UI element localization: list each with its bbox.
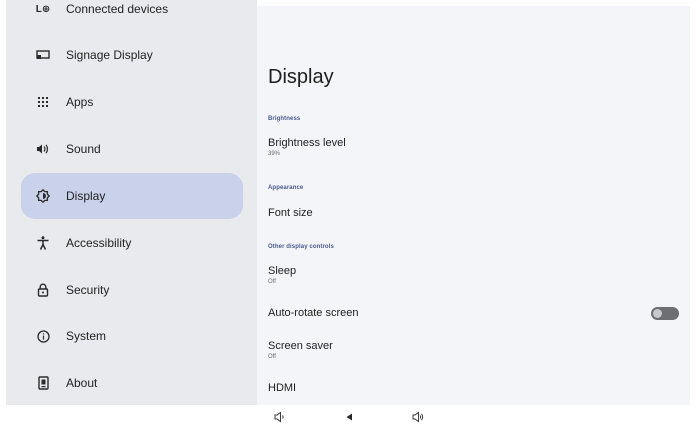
sidebar-item-about[interactable]: About xyxy=(21,360,243,405)
auto-rotate-screen-item[interactable]: Auto-rotate screen xyxy=(268,307,359,319)
section-header-other-display-controls: Other display controls xyxy=(268,244,334,250)
pref-title: Auto-rotate screen xyxy=(268,307,359,319)
signage-display-icon xyxy=(36,48,50,62)
sidebar-item-label: Accessibility xyxy=(66,236,132,250)
sidebar-item-label: Apps xyxy=(66,95,94,109)
section-header-brightness: Brightness xyxy=(268,116,301,122)
sidebar-item-label: Display xyxy=(66,189,106,203)
device-icon xyxy=(36,376,50,390)
lock-icon xyxy=(36,283,50,297)
sidebar-item-label: Security xyxy=(66,283,110,297)
settings-app: L⊕ Connected devices Signage Display App… xyxy=(0,0,696,405)
sidebar-item-label: About xyxy=(66,376,98,390)
sidebar-item-label: Sound xyxy=(66,142,101,156)
sidebar-item-label: Connected devices xyxy=(66,2,169,16)
hdmi-item[interactable]: HDMI xyxy=(268,382,296,394)
pref-title: Font size xyxy=(268,207,313,219)
sidebar: L⊕ Connected devices Signage Display App… xyxy=(6,0,257,405)
pref-summary: Off xyxy=(268,354,276,360)
pref-summary: Off xyxy=(268,279,276,285)
apps-grid-icon xyxy=(36,95,50,109)
sidebar-item-security[interactable]: Security xyxy=(21,267,243,313)
volume-down-icon[interactable] xyxy=(272,409,288,425)
navigation-bar xyxy=(0,405,696,429)
volume-up-icon[interactable] xyxy=(410,409,426,425)
brightness-level-item[interactable]: Brightness level 39% xyxy=(268,137,346,157)
sidebar-item-connected-devices[interactable]: L⊕ Connected devices xyxy=(21,0,243,32)
font-size-item[interactable]: Font size xyxy=(268,207,313,219)
sleep-item[interactable]: Sleep Off xyxy=(268,265,296,285)
brightness-icon xyxy=(36,189,50,203)
sidebar-item-label: System xyxy=(66,329,107,343)
sidebar-item-accessibility[interactable]: Accessibility xyxy=(21,220,243,266)
back-icon[interactable] xyxy=(341,409,357,425)
speaker-icon xyxy=(36,142,50,156)
page-title: Display xyxy=(268,66,334,88)
pref-summary: 39% xyxy=(268,151,281,157)
sidebar-item-sound[interactable]: Sound xyxy=(21,126,243,172)
sidebar-item-apps[interactable]: Apps xyxy=(21,79,243,125)
accessibility-icon xyxy=(36,236,50,250)
pref-title: Brightness level xyxy=(268,137,346,149)
section-header-appearance: Appearance xyxy=(268,185,304,191)
display-settings-panel: Display Brightness Brightness level 39% … xyxy=(257,6,690,405)
connected-devices-icon: L⊕ xyxy=(35,3,51,15)
toggle-knob xyxy=(653,309,662,318)
pref-title: Sleep xyxy=(268,265,297,277)
sidebar-item-label: Signage Display xyxy=(66,48,153,62)
screen-saver-item[interactable]: Screen saver Off xyxy=(268,340,333,360)
pref-title: HDMI xyxy=(268,382,297,394)
sidebar-item-system[interactable]: System xyxy=(21,313,243,359)
sidebar-item-signage-display[interactable]: Signage Display xyxy=(21,32,243,78)
auto-rotate-toggle[interactable] xyxy=(651,307,679,320)
info-icon xyxy=(36,329,50,343)
sidebar-item-display[interactable]: Display xyxy=(21,173,243,219)
pref-title: Screen saver xyxy=(268,340,333,352)
